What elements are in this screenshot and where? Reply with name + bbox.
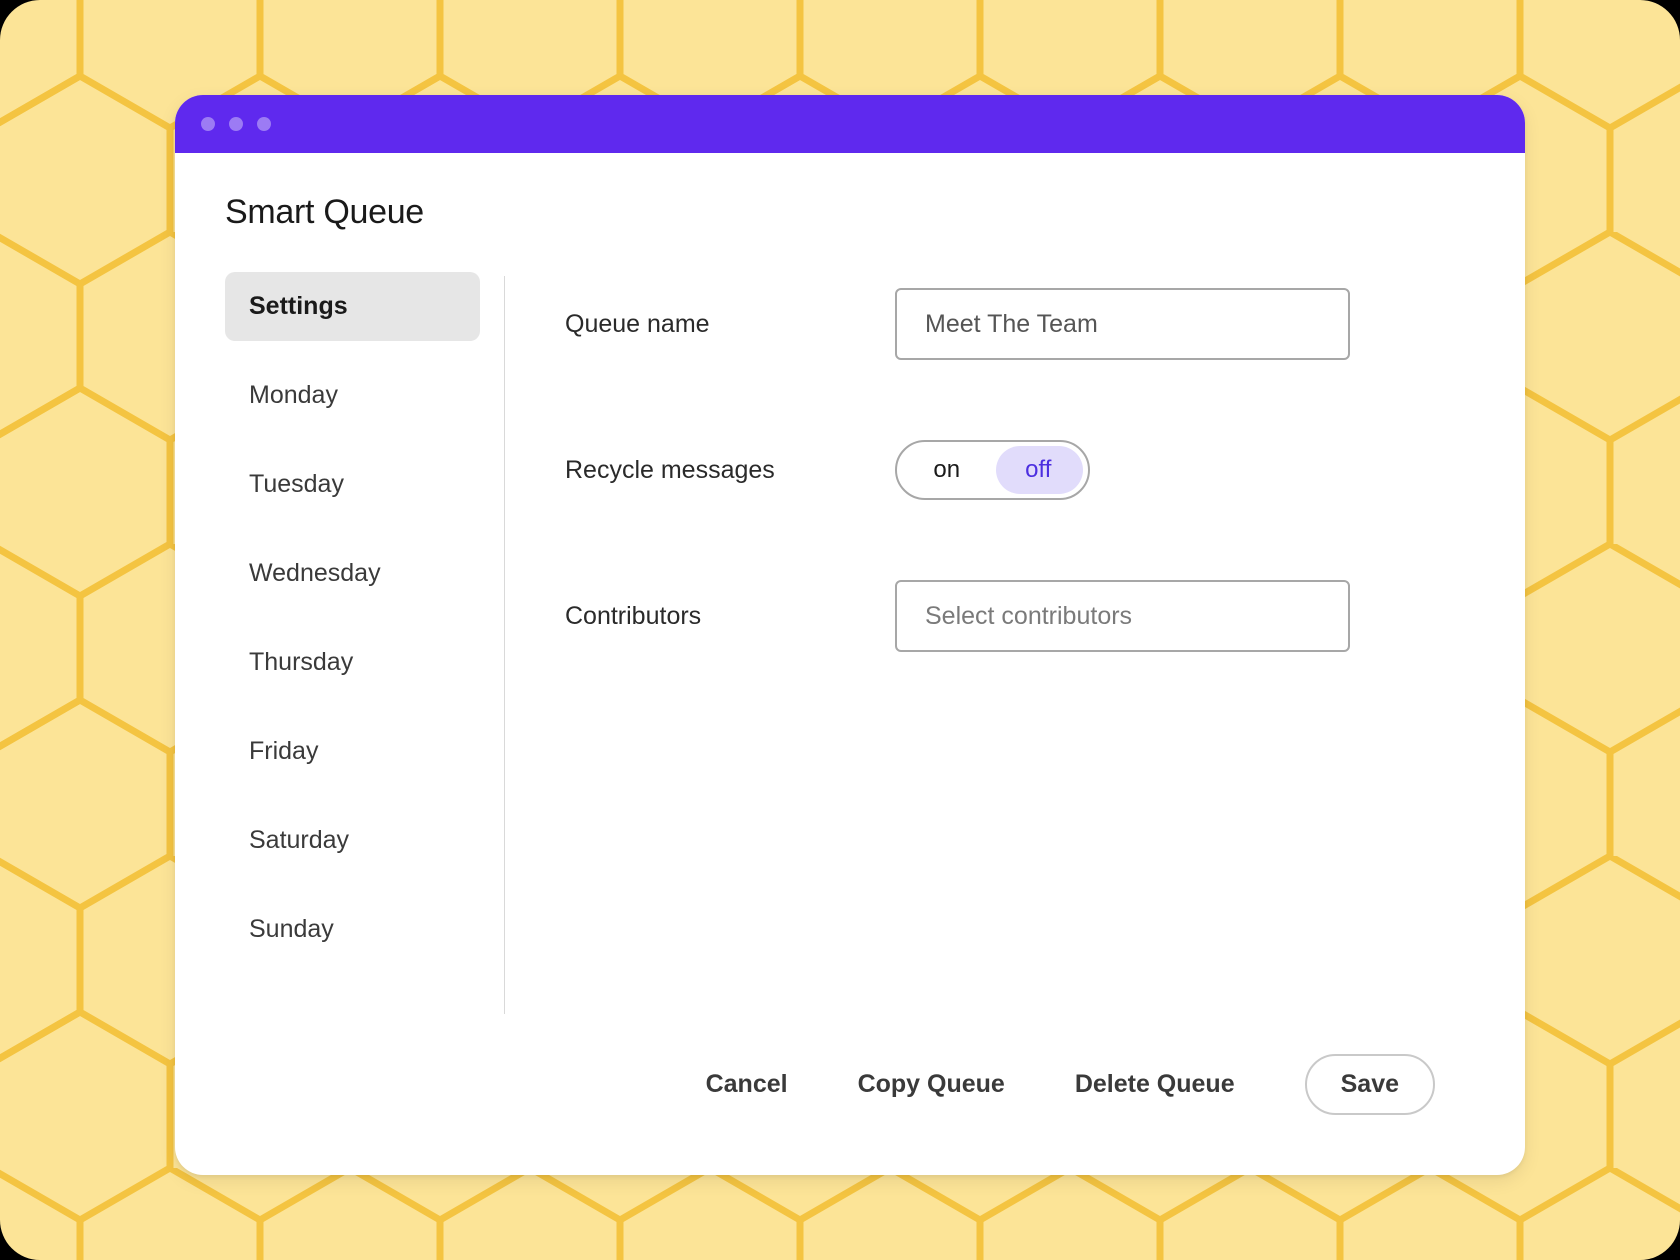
window-control-minimize[interactable] (229, 117, 243, 131)
contributors-input[interactable] (895, 580, 1350, 652)
queue-name-label: Queue name (565, 310, 895, 339)
window-control-close[interactable] (201, 117, 215, 131)
sidebar-item-label: Sunday (249, 915, 334, 943)
toggle-off[interactable]: off (993, 446, 1085, 494)
sidebar-item-label: Saturday (249, 826, 349, 854)
sidebar-item-friday[interactable]: Friday (225, 717, 480, 786)
footer: Cancel Copy Queue Delete Queue Save (225, 1034, 1475, 1145)
sidebar-item-label: Tuesday (249, 470, 344, 498)
row-queue-name: Queue name (565, 288, 1475, 360)
app-window: Smart Queue Settings Monday Tuesday Wedn… (175, 95, 1525, 1175)
sidebar: Settings Monday Tuesday Wednesday Thursd… (225, 266, 505, 1034)
rounded-background: Smart Queue Settings Monday Tuesday Wedn… (0, 0, 1680, 1260)
titlebar (175, 95, 1525, 153)
sidebar-item-label: Monday (249, 381, 338, 409)
row-recycle: Recycle messages on off (565, 440, 1475, 500)
sidebar-item-tuesday[interactable]: Tuesday (225, 450, 480, 519)
sidebar-item-thursday[interactable]: Thursday (225, 628, 480, 697)
sidebar-item-settings[interactable]: Settings (225, 272, 480, 341)
sidebar-item-monday[interactable]: Monday (225, 361, 480, 430)
row-contributors: Contributors (565, 580, 1475, 652)
sidebar-item-label: Thursday (249, 648, 353, 676)
content-area: Smart Queue Settings Monday Tuesday Wedn… (175, 153, 1525, 1175)
sidebar-item-saturday[interactable]: Saturday (225, 806, 480, 875)
window-control-zoom[interactable] (257, 117, 271, 131)
sidebar-item-wednesday[interactable]: Wednesday (225, 539, 480, 608)
sidebar-item-sunday[interactable]: Sunday (225, 895, 480, 964)
page-title: Smart Queue (225, 193, 1475, 232)
sidebar-item-label: Friday (249, 737, 318, 765)
sidebar-item-label: Settings (249, 292, 348, 320)
main-panel: Queue name Recycle messages on off Contr… (505, 266, 1475, 1034)
recycle-toggle[interactable]: on off (895, 440, 1090, 500)
queue-name-input[interactable] (895, 288, 1350, 360)
body: Settings Monday Tuesday Wednesday Thursd… (225, 266, 1475, 1034)
save-button[interactable]: Save (1305, 1054, 1435, 1115)
recycle-label: Recycle messages (565, 456, 895, 485)
delete-queue-button[interactable]: Delete Queue (1075, 1070, 1235, 1099)
copy-queue-button[interactable]: Copy Queue (858, 1070, 1005, 1099)
contributors-label: Contributors (565, 602, 895, 631)
cancel-button[interactable]: Cancel (706, 1070, 788, 1099)
sidebar-item-label: Wednesday (249, 559, 381, 587)
toggle-on[interactable]: on (901, 446, 993, 494)
